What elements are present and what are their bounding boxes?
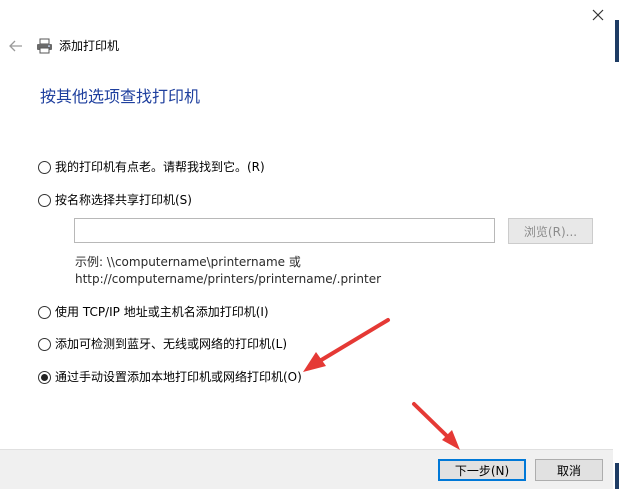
annotation-arrow-option [316, 318, 390, 364]
back-button[interactable] [6, 36, 26, 56]
radio-button[interactable] [38, 305, 51, 319]
example-text: 示例: \\computername\printername 或 http://… [75, 254, 381, 288]
option-label: 按名称选择共享打印机(S) [55, 193, 192, 207]
radio-button-selected[interactable] [38, 370, 51, 384]
option-tcpip[interactable]: 使用 TCP/IP 地址或主机名添加打印机(I) [38, 304, 269, 320]
back-arrow-icon [9, 40, 22, 52]
add-printer-window: 添加打印机 按其他选项查找打印机 我的打印机有点老。请帮我找到它。(R) 按名称… [0, 0, 619, 489]
option-manual-local[interactable]: 通过手动设置添加本地打印机或网络打印机(O) [38, 369, 302, 385]
annotation-arrowhead-next [442, 430, 460, 450]
annotation-arrows [303, 318, 460, 450]
option-old-printer[interactable]: 我的打印机有点老。请帮我找到它。(R) [38, 159, 265, 175]
cancel-button[interactable]: 取消 [535, 459, 603, 481]
example-line-2: http://computername/printers/printername… [75, 272, 382, 286]
browse-button[interactable]: 浏览(R)... [508, 218, 593, 244]
scrollbar-track[interactable] [613, 0, 619, 489]
next-button[interactable]: 下一步(N) [438, 459, 526, 481]
radio-button[interactable] [38, 193, 51, 207]
radio-button[interactable] [38, 160, 51, 174]
shared-printer-name-input[interactable] [74, 218, 495, 243]
printer-icon [37, 38, 52, 54]
option-label: 添加可检测到蓝牙、无线或网络的打印机(L) [55, 337, 288, 351]
option-label: 我的打印机有点老。请帮我找到它。(R) [55, 160, 265, 174]
option-shared-printer[interactable]: 按名称选择共享打印机(S) [38, 192, 192, 208]
annotation-arrow-next [412, 402, 451, 440]
option-label: 通过手动设置添加本地打印机或网络打印机(O) [55, 370, 302, 384]
annotation-arrowhead-option [303, 352, 326, 372]
scrollbar-thumb-bottom[interactable] [615, 463, 619, 489]
window-title: 添加打印机 [59, 39, 120, 53]
option-label: 使用 TCP/IP 地址或主机名添加打印机(I) [55, 305, 269, 319]
close-button[interactable] [583, 0, 613, 30]
radio-button[interactable] [38, 337, 51, 351]
page-heading: 按其他选项查找打印机 [40, 87, 201, 106]
scrollbar-thumb[interactable] [615, 20, 619, 62]
close-icon [592, 9, 604, 21]
option-bluetooth-wireless[interactable]: 添加可检测到蓝牙、无线或网络的打印机(L) [38, 336, 287, 352]
example-line-1: 示例: \\computername\printername 或 [75, 255, 301, 269]
